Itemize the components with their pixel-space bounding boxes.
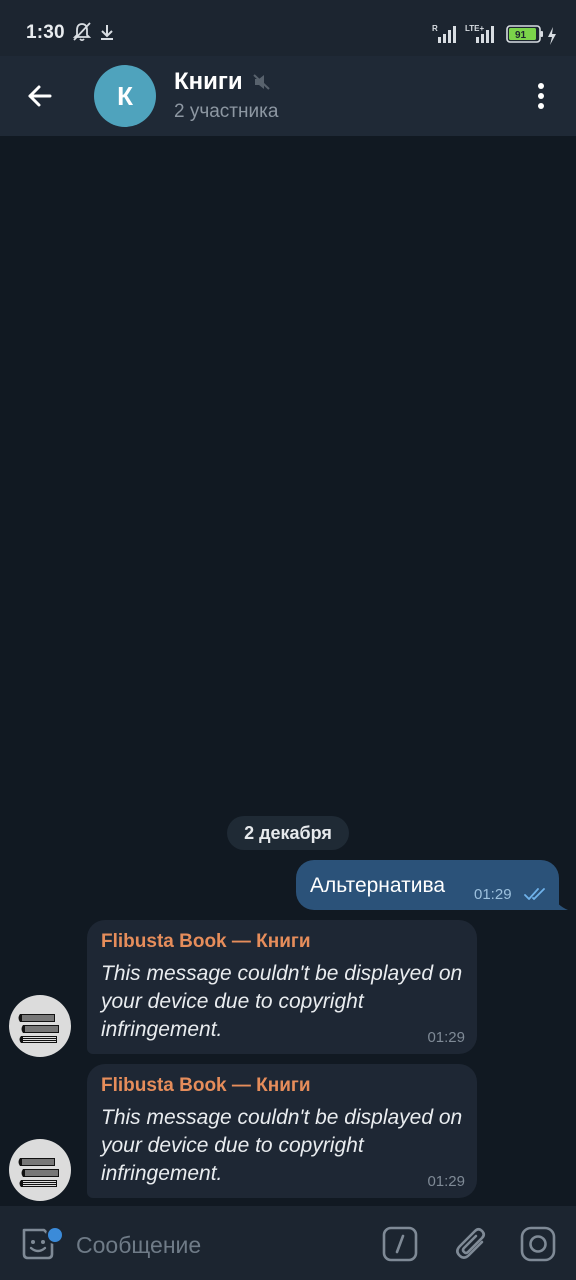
svg-text:R: R bbox=[432, 24, 438, 33]
message-input[interactable] bbox=[76, 1228, 366, 1262]
battery-icon: 91 bbox=[506, 25, 543, 43]
books-icon bbox=[18, 1158, 59, 1187]
battery-level: 91 bbox=[515, 30, 527, 41]
back-button[interactable] bbox=[14, 70, 66, 122]
date-divider: 2 декабря bbox=[227, 816, 349, 850]
status-time: 1:30 bbox=[26, 22, 65, 43]
more-vertical-icon bbox=[538, 83, 544, 109]
status-bar: 1:30 R LTE+ 91 bbox=[0, 0, 576, 56]
arrow-left-icon bbox=[28, 85, 52, 107]
message-time: 01:29 bbox=[427, 1029, 465, 1046]
paperclip-icon[interactable] bbox=[452, 1224, 490, 1264]
date-divider-label: 2 декабря bbox=[244, 822, 332, 843]
chat-avatar[interactable]: К bbox=[94, 65, 156, 127]
avatar-letter: К bbox=[117, 80, 133, 111]
svg-text:LTE+: LTE+ bbox=[465, 24, 485, 33]
message-text: This message couldn't be displayed on yo… bbox=[101, 962, 463, 1041]
incoming-message[interactable]: Flibusta Book — Книги This message could… bbox=[87, 920, 477, 1054]
bell-off-icon bbox=[72, 22, 92, 42]
message-author[interactable]: Flibusta Book — Книги bbox=[101, 931, 311, 953]
double-check-icon bbox=[524, 888, 545, 900]
message-author[interactable]: Flibusta Book — Книги bbox=[101, 1075, 311, 1097]
sender-avatar[interactable] bbox=[9, 995, 71, 1057]
lte-signal-icon: LTE+ bbox=[465, 24, 494, 43]
chat-title[interactable]: Книги bbox=[174, 68, 243, 96]
message-time: 01:29 bbox=[427, 1173, 465, 1190]
notification-dot bbox=[46, 1226, 64, 1244]
chat-header: К Книги 2 участника bbox=[0, 56, 576, 136]
bot-command-icon[interactable] bbox=[382, 1226, 418, 1262]
signal-r-icon: R bbox=[432, 24, 456, 43]
download-icon bbox=[101, 25, 113, 40]
muted-speaker-icon bbox=[253, 74, 270, 90]
more-menu-button[interactable] bbox=[518, 70, 564, 122]
message-text: This message couldn't be displayed on yo… bbox=[101, 1106, 463, 1185]
message-time: 01:29 bbox=[474, 886, 512, 903]
telegram-chat-screen: 1:30 R LTE+ 91 К Книги 2 участника 2 дек… bbox=[0, 0, 576, 1280]
message-text: Альтернатива bbox=[310, 874, 446, 897]
chat-subtitle: 2 участника bbox=[174, 101, 279, 122]
books-icon bbox=[18, 1014, 59, 1043]
sender-avatar[interactable] bbox=[9, 1139, 71, 1201]
incoming-message[interactable]: Flibusta Book — Книги This message could… bbox=[87, 1064, 477, 1198]
outgoing-message[interactable]: Альтернатива 01:29 bbox=[296, 860, 559, 910]
camera-icon[interactable] bbox=[520, 1226, 556, 1262]
message-list[interactable]: 2 декабря Альтернатива 01:29 Flibusta Bo… bbox=[0, 136, 576, 1206]
composer-bar bbox=[0, 1206, 576, 1280]
charging-icon bbox=[548, 27, 556, 45]
bubble-tail bbox=[552, 896, 568, 910]
